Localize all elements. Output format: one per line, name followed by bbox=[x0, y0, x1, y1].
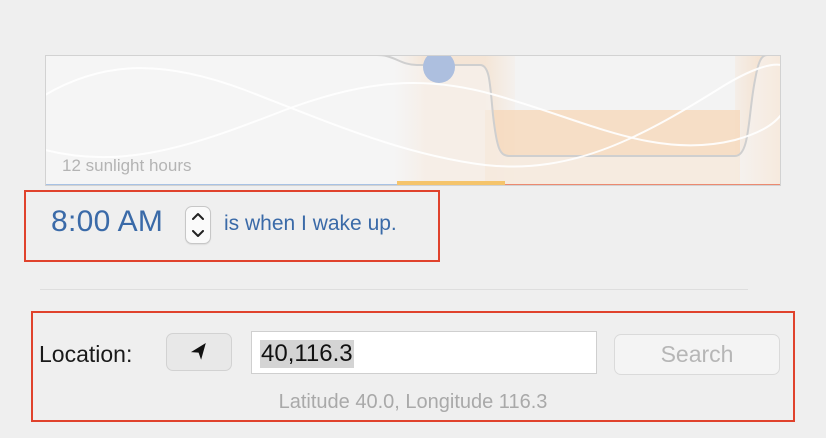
stepper-up-button[interactable] bbox=[186, 207, 210, 225]
coordinates-readout: Latitude 40.0, Longitude 116.3 bbox=[278, 391, 548, 413]
wake-time-suffix: is when I wake up. bbox=[224, 212, 397, 235]
chevron-up-icon bbox=[192, 213, 204, 220]
location-arrow-icon bbox=[190, 342, 206, 360]
stepper-down-button[interactable] bbox=[186, 225, 210, 243]
chevron-down-icon bbox=[192, 230, 204, 237]
section-divider bbox=[40, 289, 748, 290]
search-button[interactable]: Search bbox=[614, 334, 780, 375]
wake-time-section: 8:00 AM is when I wake up. bbox=[24, 190, 440, 262]
location-section: Location: 40,116.3 Search Latitude 40.0,… bbox=[31, 311, 795, 422]
location-input[interactable]: 40,116.3 bbox=[251, 331, 597, 374]
location-label: Location: bbox=[39, 341, 133, 367]
wake-time-stepper[interactable] bbox=[185, 206, 211, 244]
sunlight-chart[interactable]: 12 sunlight hours bbox=[45, 55, 781, 186]
wake-time-value[interactable]: 8:00 AM bbox=[51, 205, 163, 239]
current-location-button[interactable] bbox=[166, 333, 232, 371]
sunlight-hours-label: 12 sunlight hours bbox=[62, 156, 192, 175]
location-input-value: 40,116.3 bbox=[260, 340, 354, 368]
